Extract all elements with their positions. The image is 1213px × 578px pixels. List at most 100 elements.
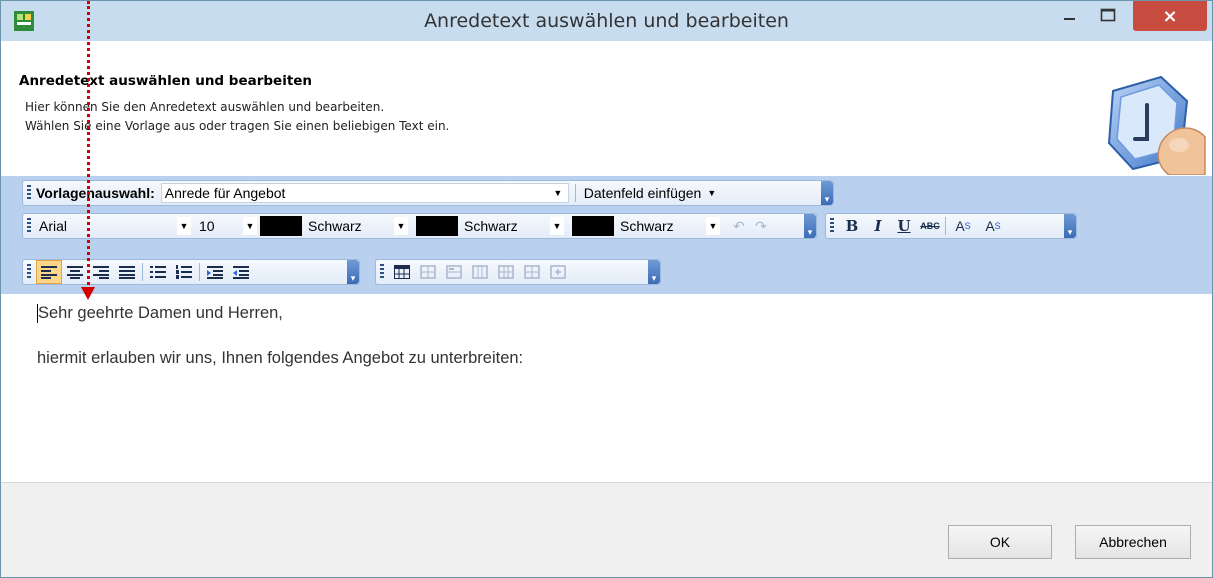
align-right-icon[interactable]	[88, 260, 114, 284]
superscript-button[interactable]: AS	[948, 214, 978, 238]
numbered-list-icon[interactable]	[171, 260, 197, 284]
align-right-icon	[93, 266, 109, 279]
subscript-letter: A	[985, 218, 995, 234]
align-justify-icon[interactable]	[114, 260, 140, 284]
insert-datafield-button[interactable]: Datenfeld einfügen ▼	[584, 185, 716, 201]
ok-button[interactable]: OK	[948, 525, 1052, 559]
format-toolbar: B I U ABC AS AS ▾	[825, 213, 1077, 239]
editor-line-1[interactable]: Sehr geehrte Damen und Herren,	[38, 304, 283, 323]
window-title: Anredetext auswählen und bearbeiten	[424, 10, 789, 32]
chevron-down-icon[interactable]: ▼	[706, 217, 720, 235]
redo-icon[interactable]: ↷	[750, 214, 772, 238]
header-title: Anredetext auswählen und bearbeiten	[19, 73, 313, 89]
maximize-button[interactable]	[1092, 1, 1124, 31]
bullet-list-icon	[150, 266, 166, 278]
align-center-icon	[67, 266, 83, 279]
strikethrough-button[interactable]: ABC	[917, 214, 943, 238]
chevron-down-icon[interactable]: ▼	[550, 184, 565, 202]
insert-table-icon[interactable]	[389, 260, 415, 284]
merge-cells-icon[interactable]	[519, 260, 545, 284]
font-size-value: 10	[199, 218, 215, 234]
highlight-color-select[interactable]: Schwarz ▼	[416, 216, 572, 236]
font-select-value: Arial	[39, 218, 68, 234]
font-select[interactable]: Arial ▼	[36, 216, 194, 236]
insert-column-left-icon[interactable]	[467, 260, 493, 284]
table-properties-icon[interactable]	[545, 260, 571, 284]
subscript-button[interactable]: AS	[978, 214, 1008, 238]
table-properties-icon	[550, 265, 566, 279]
superscript-letter: A	[955, 218, 965, 234]
toolbar-options-icon[interactable]: ▾	[804, 214, 816, 238]
chevron-down-icon[interactable]: ▼	[550, 217, 564, 235]
text-color-select[interactable]: Schwarz ▼	[260, 216, 416, 236]
insert-row-below-icon[interactable]	[441, 260, 467, 284]
indent-decrease-icon	[233, 266, 249, 279]
insert-row-below-icon	[446, 265, 462, 279]
toolbar-grip[interactable]	[27, 185, 31, 201]
toolbar-options-icon[interactable]: ▾	[347, 260, 359, 284]
dialog-window: Anredetext auswählen und bearbeiten × An…	[0, 0, 1213, 578]
insert-row-above-icon[interactable]	[415, 260, 441, 284]
align-left-icon	[41, 266, 57, 279]
header-description-line-1: Hier können Sie den Anredetext auswählen…	[25, 100, 385, 114]
toolbar-options-icon[interactable]: ▾	[821, 181, 833, 205]
toolbar-grip[interactable]	[27, 218, 31, 234]
toolbar-grip[interactable]	[27, 264, 31, 280]
underline-button[interactable]: U	[891, 214, 917, 238]
close-button[interactable]: ×	[1133, 1, 1207, 31]
minimize-button[interactable]	[1055, 1, 1085, 31]
keyboard-key-finger-icon	[1107, 75, 1206, 175]
minimize-icon	[1064, 18, 1075, 20]
chevron-down-icon: ▼	[707, 188, 717, 198]
cancel-button[interactable]: Abbrechen	[1075, 525, 1191, 559]
merge-cells-icon	[524, 265, 540, 279]
insert-table-icon	[394, 265, 410, 279]
toolbar-separator	[945, 217, 946, 235]
indent-increase-icon[interactable]	[202, 260, 228, 284]
indent-decrease-icon[interactable]	[228, 260, 254, 284]
toolbar-grip[interactable]	[830, 218, 834, 234]
insert-column-right-icon[interactable]	[493, 260, 519, 284]
toolbar-grip[interactable]	[380, 264, 384, 280]
toolbar-separator	[199, 263, 200, 281]
italic-button[interactable]: I	[865, 214, 891, 238]
bold-button[interactable]: B	[839, 214, 865, 238]
subscript-mark: S	[994, 221, 1001, 231]
insert-row-above-icon	[420, 265, 436, 279]
table-toolbar: ▾	[375, 259, 661, 285]
toolbar-separator	[574, 184, 576, 202]
annotation-arrow-head	[81, 287, 95, 300]
close-icon: ×	[1162, 5, 1178, 27]
chevron-down-icon[interactable]: ▼	[177, 217, 191, 235]
insert-column-right-icon	[498, 265, 514, 279]
insert-column-left-icon	[472, 265, 488, 279]
toolbar-separator	[142, 263, 143, 281]
color-swatch	[572, 216, 614, 236]
paragraph-toolbar: ▾	[22, 259, 360, 285]
indent-increase-icon	[207, 266, 223, 279]
align-center-icon[interactable]	[62, 260, 88, 284]
chevron-down-icon[interactable]: ▼	[243, 217, 257, 235]
background-color-select[interactable]: Schwarz ▼	[572, 216, 728, 236]
title-bar[interactable]: Anredetext auswählen und bearbeiten ×	[1, 1, 1212, 41]
annotation-arrow-line	[87, 1, 90, 291]
superscript-mark: S	[964, 221, 971, 231]
editor-line-2[interactable]: hiermit erlauben wir uns, Ihnen folgende…	[37, 349, 523, 368]
text-editor[interactable]: Sehr geehrte Damen und Herren, hiermit e…	[1, 294, 1212, 483]
chevron-down-icon[interactable]: ▼	[394, 217, 408, 235]
toolbar-area: Vorlagenauswahl: Anrede für Angebot ▼ Da…	[1, 176, 1212, 294]
toolbar-options-icon[interactable]: ▾	[648, 260, 660, 284]
color-swatch	[416, 216, 458, 236]
undo-icon[interactable]: ↶	[728, 214, 750, 238]
insert-datafield-label: Datenfeld einfügen	[583, 185, 702, 201]
color-swatch	[260, 216, 302, 236]
align-justify-icon	[119, 266, 135, 279]
numbered-list-icon	[176, 265, 192, 279]
font-size-select[interactable]: 10 ▼	[196, 216, 260, 236]
template-select[interactable]: Anrede für Angebot ▼	[160, 183, 569, 203]
align-left-icon[interactable]	[36, 260, 62, 284]
font-toolbar: Arial ▼ 10 ▼ Schwarz ▼ Schwarz ▼ Schwarz…	[22, 213, 817, 239]
toolbar-options-icon[interactable]: ▾	[1064, 214, 1076, 238]
text-color-label: Schwarz	[308, 218, 362, 234]
bullet-list-icon[interactable]	[145, 260, 171, 284]
